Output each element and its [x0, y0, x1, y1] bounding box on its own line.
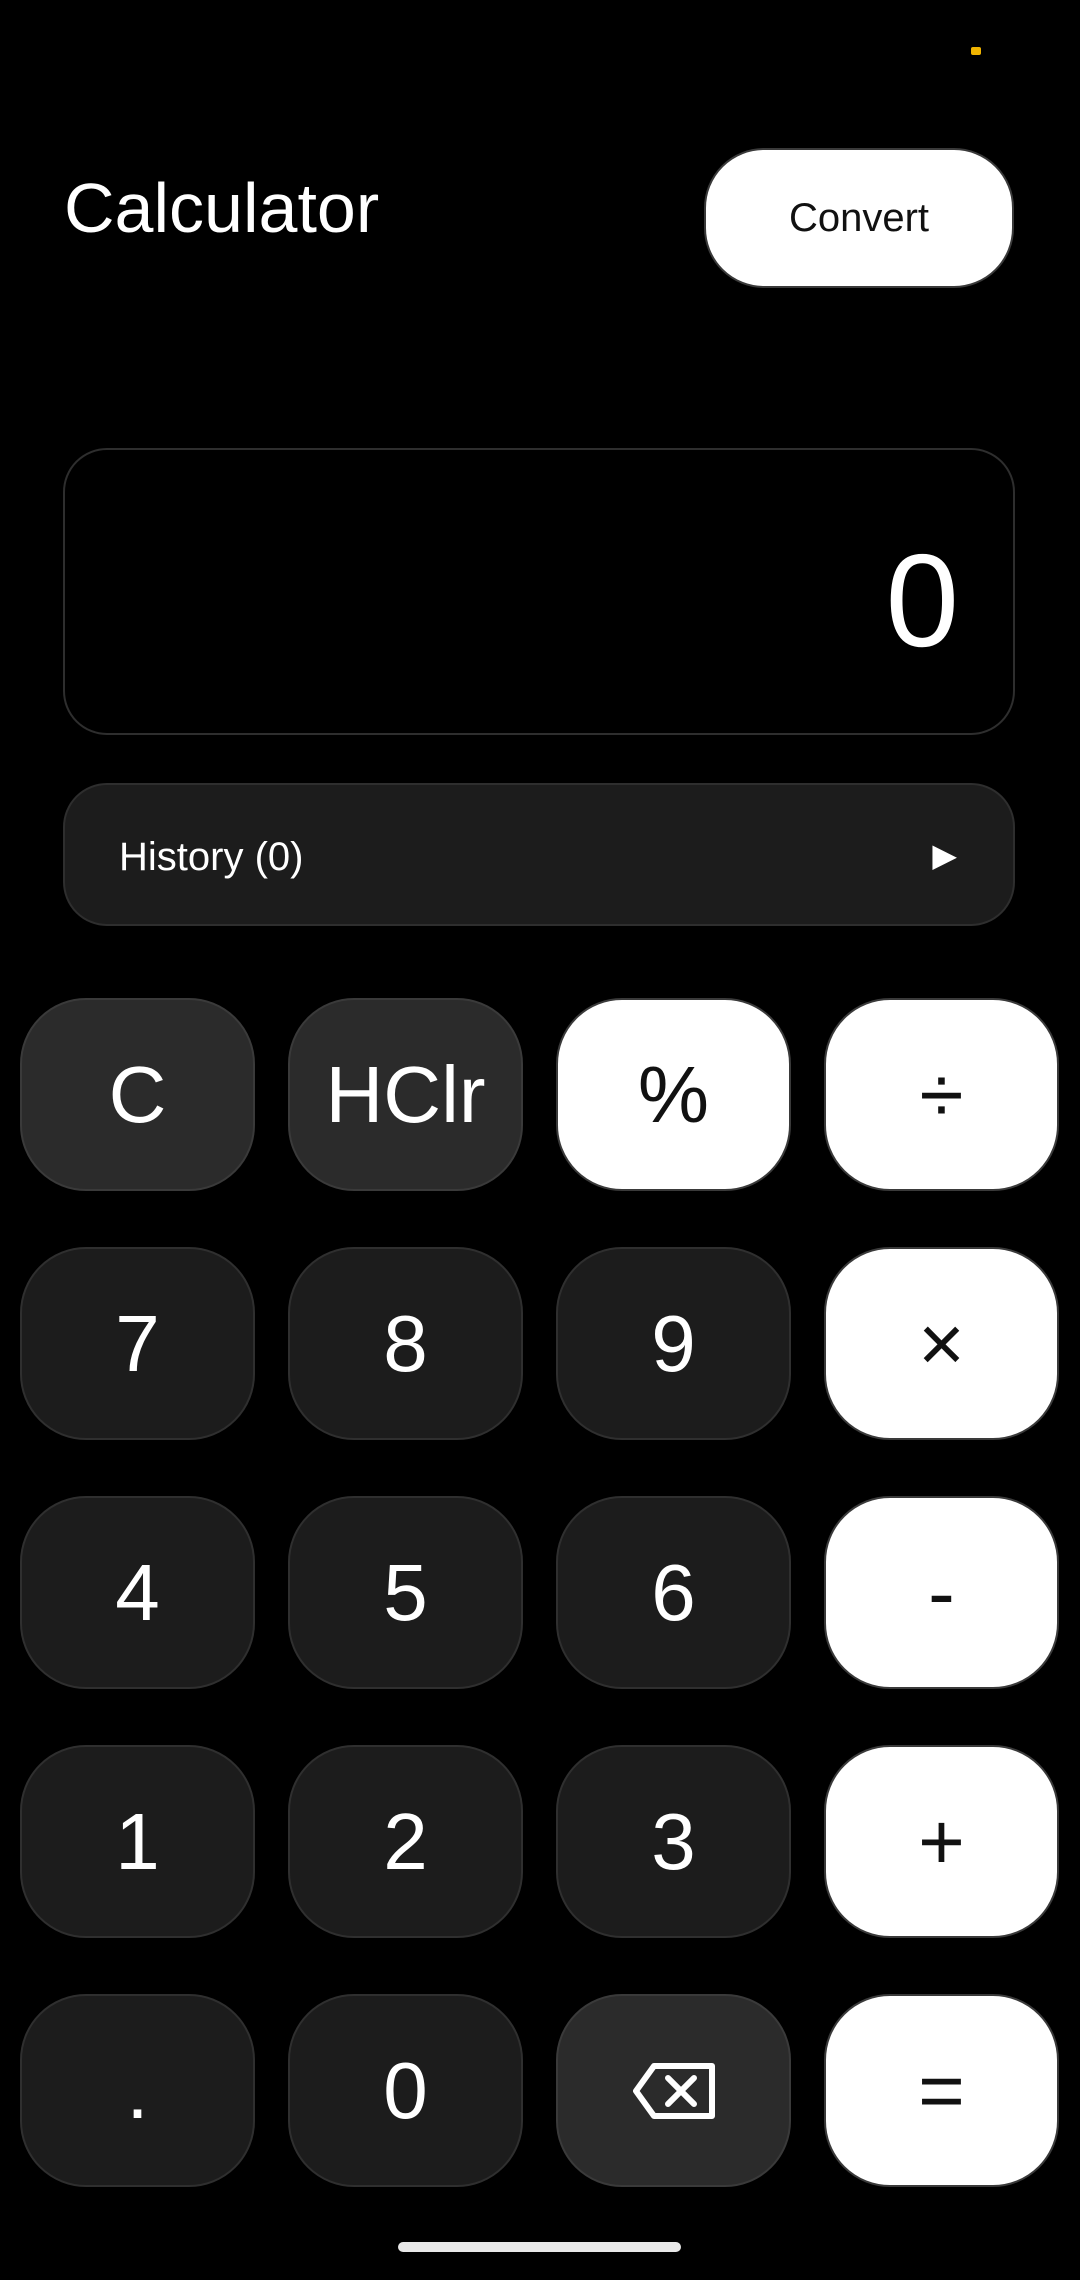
digit-8-button[interactable]: 8 — [288, 1247, 523, 1440]
digit-0-button[interactable]: 0 — [288, 1994, 523, 2187]
convert-button[interactable]: Convert — [704, 148, 1014, 288]
home-indicator[interactable] — [398, 2242, 681, 2252]
decimal-button[interactable]: . — [20, 1994, 255, 2187]
page-title: Calculator — [64, 169, 380, 247]
calculator-display: 0 — [63, 448, 1015, 735]
digit-9-button[interactable]: 9 — [556, 1247, 791, 1440]
digit-1-button[interactable]: 1 — [20, 1745, 255, 1938]
digit-3-button[interactable]: 3 — [556, 1745, 791, 1938]
clear-button[interactable]: C — [20, 998, 255, 1191]
backspace-button[interactable] — [556, 1994, 791, 2187]
add-button[interactable]: + — [824, 1745, 1059, 1938]
backspace-icon — [632, 2062, 716, 2120]
digit-2-button[interactable]: 2 — [288, 1745, 523, 1938]
expand-arrow-icon: ▶ — [932, 837, 957, 873]
digit-5-button[interactable]: 5 — [288, 1496, 523, 1689]
subtract-button[interactable]: - — [824, 1496, 1059, 1689]
status-indicator-icon — [971, 47, 981, 55]
digit-6-button[interactable]: 6 — [556, 1496, 791, 1689]
percent-button[interactable]: % — [556, 998, 791, 1191]
history-toggle[interactable]: History (0) ▶ — [63, 783, 1015, 926]
display-value: 0 — [885, 527, 959, 674]
digit-7-button[interactable]: 7 — [20, 1247, 255, 1440]
history-label: History (0) — [119, 835, 304, 879]
divide-button[interactable]: ÷ — [824, 998, 1059, 1191]
equals-button[interactable]: = — [824, 1994, 1059, 2187]
history-clear-button[interactable]: HClr — [288, 998, 523, 1191]
multiply-button[interactable]: × — [824, 1247, 1059, 1440]
digit-4-button[interactable]: 4 — [20, 1496, 255, 1689]
